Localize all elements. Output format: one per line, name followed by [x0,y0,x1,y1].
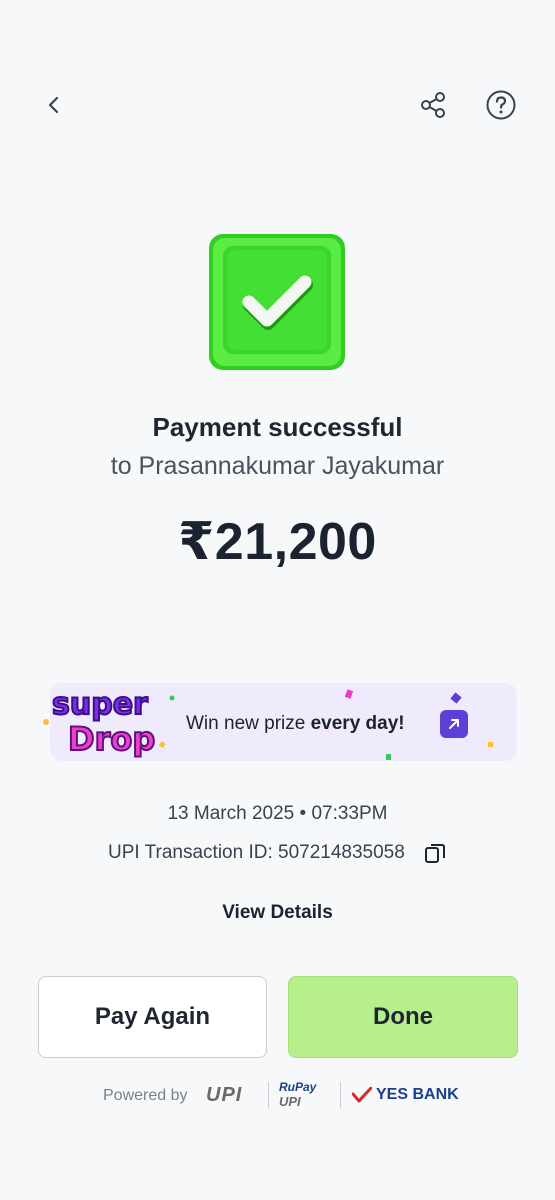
upi-logo: UPI [206,1084,243,1106]
payment-status-title: Payment successful [152,412,403,442]
upi-transaction-id: UPI Transaction ID: 507214835058 [108,842,405,863]
transaction-datetime: 13 March 2025 • 07:33PM [167,803,388,824]
promo-text: Win new prize every day! [186,713,405,734]
footer-divider [340,1082,341,1108]
svg-text:super: super [52,687,148,722]
confetti-decoration [386,754,391,760]
chevron-left-icon [48,96,59,114]
share-icon [421,92,445,118]
powered-by-label: Powered by [103,1087,188,1104]
superdrop-logo: super Drop [40,682,180,764]
rupay-upi-logo: RuPay UPI [279,1080,317,1109]
copy-button[interactable] [424,842,446,864]
promo-arrow-button[interactable] [440,710,468,738]
share-button[interactable] [413,85,453,125]
footer-divider [268,1082,269,1108]
pay-again-button[interactable]: Pay Again [38,976,267,1058]
help-circle-icon [486,90,516,120]
help-button[interactable] [481,85,521,125]
payment-amount: ₹21,200 [178,513,377,571]
back-button[interactable] [34,85,74,125]
success-badge [207,232,347,372]
view-details-link[interactable]: View Details [0,902,555,924]
yes-bank-mark-icon [352,1087,372,1103]
svg-text:Drop: Drop [68,720,155,758]
done-button[interactable]: Done [288,976,518,1058]
yes-bank-logo: YES BANK [352,1086,459,1104]
payee-name: to Prasannakumar Jayakumar [110,452,445,480]
copy-icon [425,844,445,863]
arrow-up-right-icon [449,719,459,729]
checkmark-icon [209,234,345,370]
confetti-decoration [488,742,493,747]
